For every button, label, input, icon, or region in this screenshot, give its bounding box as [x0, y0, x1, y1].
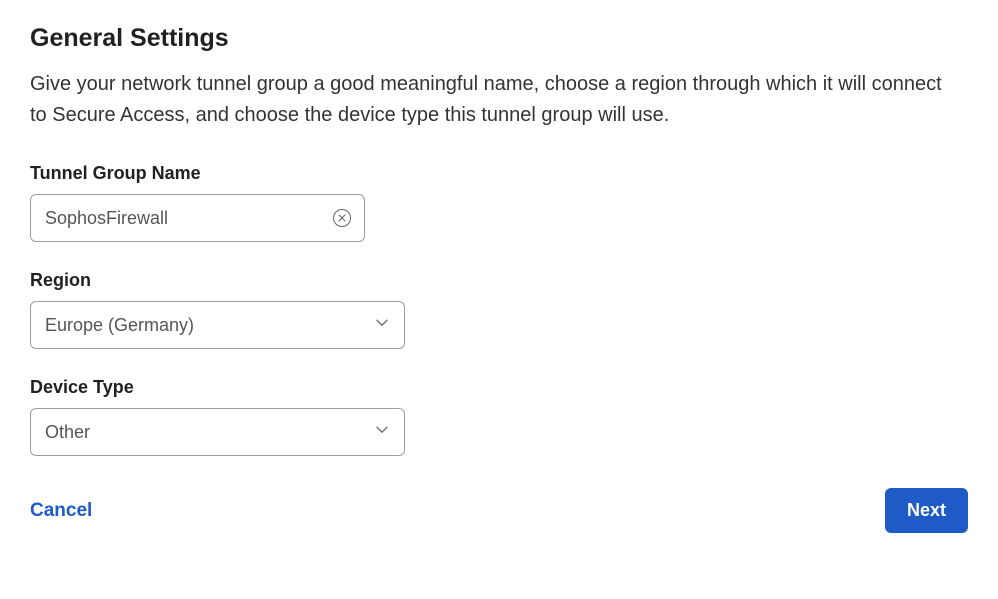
cancel-button[interactable]: Cancel — [30, 500, 92, 522]
close-icon — [338, 214, 346, 222]
device-type-label: Device Type — [30, 377, 968, 398]
page-description: Give your network tunnel group a good me… — [30, 69, 950, 131]
tunnel-group-name-field: Tunnel Group Name — [30, 163, 968, 242]
tunnel-group-name-input-wrapper — [30, 194, 365, 242]
tunnel-group-name-label: Tunnel Group Name — [30, 163, 968, 184]
region-select-wrapper: Europe (Germany) — [30, 301, 405, 349]
region-label: Region — [30, 270, 968, 291]
device-type-selected-value: Other — [45, 422, 90, 443]
next-button[interactable]: Next — [885, 488, 968, 533]
region-select[interactable]: Europe (Germany) — [30, 301, 405, 349]
clear-input-button[interactable] — [333, 209, 351, 227]
device-type-select-wrapper: Other — [30, 408, 405, 456]
footer-actions: Cancel Next — [30, 488, 968, 533]
device-type-field: Device Type Other — [30, 377, 968, 456]
device-type-select[interactable]: Other — [30, 408, 405, 456]
region-field: Region Europe (Germany) — [30, 270, 968, 349]
page-title: General Settings — [30, 24, 968, 53]
tunnel-group-name-input[interactable] — [30, 194, 365, 242]
region-selected-value: Europe (Germany) — [45, 315, 194, 336]
